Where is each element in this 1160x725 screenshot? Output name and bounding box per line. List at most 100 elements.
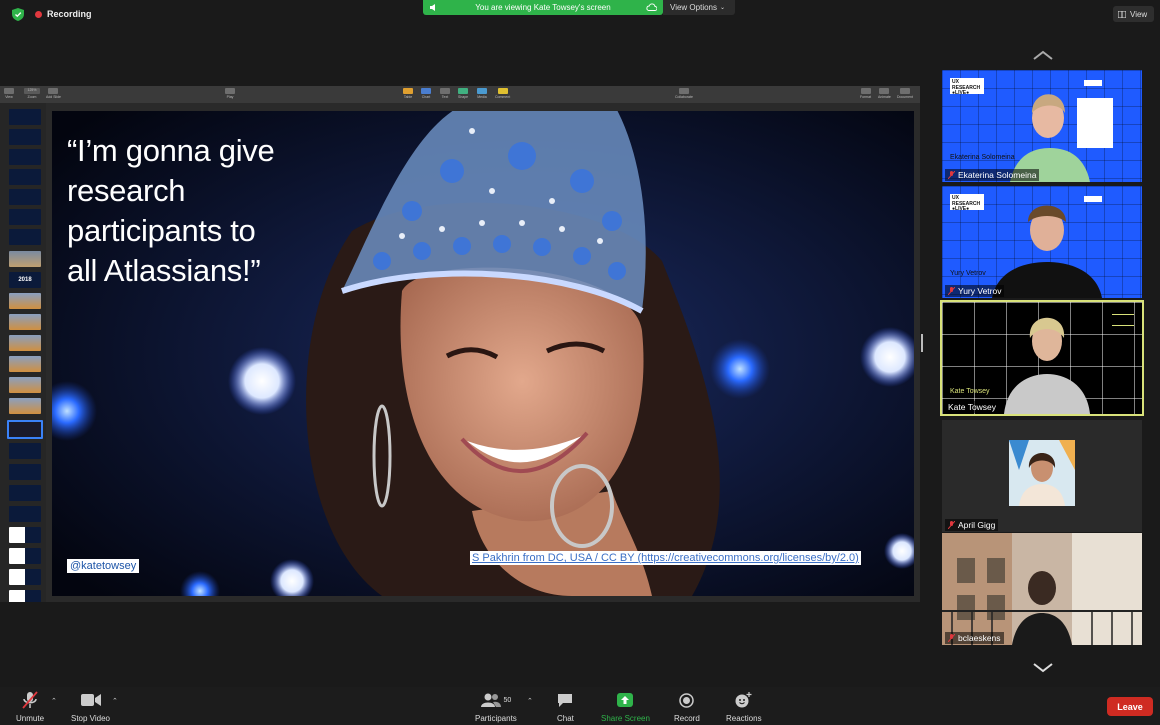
audio-options-caret-icon[interactable]: ⌃ (51, 697, 57, 705)
toolbar-format[interactable]: Format (860, 88, 871, 99)
slide-thumbnail[interactable] (9, 169, 41, 185)
resize-handle[interactable] (921, 334, 923, 352)
slide-thumbnail[interactable] (9, 251, 41, 267)
toolbar-play[interactable]: Play (225, 88, 235, 99)
background-logo (1112, 314, 1134, 326)
mic-muted-icon (948, 287, 955, 295)
slide-thumbnail[interactable] (9, 149, 41, 165)
participants-label: Participants (475, 714, 517, 723)
scroll-down-chevron-icon[interactable] (1033, 663, 1053, 673)
slide-thumbnail[interactable] (9, 314, 41, 330)
format-icon (860, 88, 871, 94)
toolbar-zoom[interactable]: 125% Zoom (24, 88, 40, 99)
participants-button[interactable]: 50 Participants (475, 691, 517, 723)
participants-options-caret-icon[interactable]: ⌃ (527, 697, 533, 705)
slide-thumbnail[interactable] (9, 506, 41, 522)
toolbar-chart[interactable]: Chart (421, 88, 431, 99)
participant-tile[interactable]: bclaeskens (942, 533, 1142, 645)
participant-video (992, 205, 1102, 298)
toolbar-comment[interactable]: Comment (495, 88, 510, 99)
slide-thumbnail[interactable] (9, 189, 41, 205)
slide-thumbnail[interactable] (9, 356, 41, 372)
slide-quote: “I’m gonna give research participants to… (67, 131, 275, 291)
slide-thumbnail[interactable] (9, 590, 41, 602)
keynote-toolbar: View 125% Zoom Add Slide Play Table Chart… (0, 86, 920, 103)
video-options-caret-icon[interactable]: ⌃ (112, 697, 118, 705)
toolbar-add-slide[interactable]: Add Slide (46, 88, 61, 99)
slide-thumbnail[interactable] (9, 229, 41, 245)
participant-name: Ekaterina Solomeina (958, 170, 1037, 180)
play-icon (225, 88, 235, 94)
chat-button[interactable]: Chat (557, 691, 574, 723)
slide-navigator[interactable]: 2018 (0, 103, 46, 602)
participant-tile-active-speaker[interactable]: Kate Towsey Kate Towsey (940, 300, 1144, 416)
table-icon (403, 88, 413, 94)
scroll-up-chevron-icon[interactable] (1033, 50, 1053, 60)
record-icon (679, 691, 695, 709)
slide-thumbnail[interactable] (9, 209, 41, 225)
participants-count: 50 (503, 696, 512, 704)
smiley-plus-icon (735, 691, 752, 709)
slide-thumbnail[interactable] (9, 443, 41, 459)
chevron-down-icon: ⌄ (720, 5, 726, 11)
participant-tile[interactable]: UX RESEARCH ●LIVE● Yury Vetrov Yury Vetr… (942, 186, 1142, 298)
participant-name: Yury Vetrov (958, 286, 1002, 296)
slide-thumbnail[interactable] (9, 335, 41, 351)
media-icon (477, 88, 487, 94)
toolbar-document[interactable]: Document (897, 88, 913, 99)
participant-name-tag: Yury Vetrov (945, 285, 1005, 297)
toolbar-collaborate[interactable]: Collaborate (675, 88, 693, 99)
meeting-controls-bar: Unmute ⌃ Stop Video ⌃ 50 Participants ⌃ … (0, 687, 1160, 725)
plus-icon (48, 88, 59, 94)
participant-video (1004, 317, 1090, 414)
participant-avatar (1009, 440, 1075, 506)
toolbar-text[interactable]: Text (440, 88, 450, 99)
slide-thumbnail[interactable] (9, 485, 41, 501)
view-button[interactable]: View (1113, 6, 1154, 22)
security-shield-icon[interactable] (12, 8, 24, 21)
viewing-label: You are viewing Kate Towsey's screen (475, 3, 611, 12)
chart-icon (421, 88, 431, 94)
view-label: View (1130, 9, 1148, 19)
unmute-button[interactable]: Unmute (16, 691, 44, 723)
slide-thumbnail-2018[interactable]: 2018 (9, 272, 41, 288)
record-label: Record (674, 714, 700, 723)
slide-thumbnail[interactable] (9, 129, 41, 145)
slide-thumbnail-current[interactable] (7, 420, 43, 439)
toolbar-table[interactable]: Table (403, 88, 413, 99)
participant-tile[interactable]: UX RESEARCH ●LIVE● Ekaterina Solomeina E… (942, 70, 1142, 182)
document-icon (899, 88, 910, 94)
background-tag: UX RESEARCH ●LIVE● (950, 194, 984, 212)
slide-thumbnail[interactable] (9, 398, 41, 414)
reactions-button[interactable]: Reactions (726, 691, 762, 723)
participant-tile[interactable]: April Gigg (942, 420, 1142, 532)
slide-thumbnail[interactable] (9, 569, 41, 585)
slide-thumbnail[interactable] (9, 293, 41, 309)
slide-thumbnail[interactable] (9, 464, 41, 480)
slide-thumbnail[interactable] (9, 109, 41, 125)
unmute-label: Unmute (16, 714, 45, 723)
recording-indicator[interactable]: Recording (35, 9, 92, 19)
slide-thumbnail[interactable] (9, 527, 41, 543)
share-screen-label: Share Screen (601, 714, 650, 723)
top-bar: Recording You are viewing Kate Towsey's … (0, 0, 1160, 30)
toolbar-view[interactable]: View (4, 88, 14, 99)
comment-icon (497, 88, 508, 94)
participant-name: April Gigg (958, 520, 996, 530)
toolbar-animate[interactable]: Animate (878, 88, 891, 99)
quote-line: participants to (67, 213, 256, 248)
current-slide: “I’m gonna give research participants to… (52, 111, 914, 596)
view-options-dropdown[interactable]: View Options ⌄ (663, 0, 735, 15)
toolbar-shape[interactable]: Shape (458, 88, 468, 99)
photo-credit-link[interactable]: S Pakhrin from DC, USA / CC BY (https://… (470, 551, 861, 565)
leave-button[interactable]: Leave (1107, 697, 1153, 716)
shared-screen[interactable]: View 125% Zoom Add Slide Play Table Chart… (0, 86, 920, 602)
toolbar-media[interactable]: Media (477, 88, 487, 99)
twitter-handle: @katetowsey (67, 559, 140, 573)
record-button[interactable]: Record (674, 691, 700, 723)
slide-thumbnail[interactable] (9, 377, 41, 393)
slide-thumbnail[interactable] (9, 548, 41, 564)
cloud-icon (646, 3, 657, 11)
stop-video-button[interactable]: Stop Video (71, 691, 110, 723)
share-screen-button[interactable]: Share Screen (601, 691, 650, 723)
